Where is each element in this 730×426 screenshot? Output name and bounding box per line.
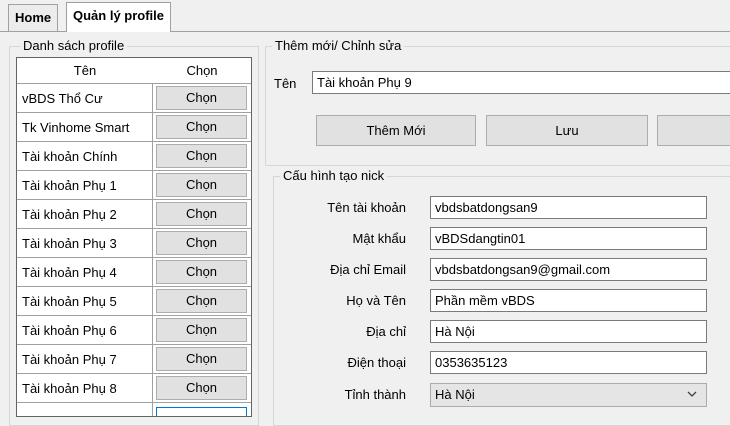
address-label: Địa chỉ [366,324,406,339]
nick-config-legend: Cấu hình tạo nick [280,168,388,184]
tab-profile-management[interactable]: Quản lý profile [66,2,172,32]
table-row[interactable]: vBDS Thổ Cư Chọn [17,84,251,113]
phone-label: Điện thoại [347,355,406,370]
profile-name[interactable]: Tài khoản Chính [17,142,153,170]
select-profile-button[interactable]: Chọn [156,376,247,400]
table-row[interactable]: Tài khoản Phụ 3 Chọn [17,229,251,258]
new-row-name-cell[interactable] [17,403,153,416]
email-label: Địa chỉ Email [330,262,406,277]
edit-group [265,46,730,166]
table-row[interactable]: Tài khoản Phụ 6 Chọn [17,316,251,345]
profile-name[interactable]: Tài khoản Phụ 7 [17,345,153,373]
grid-header-select: Chọn [186,63,218,78]
profile-name[interactable]: Tk Vinhome Smart [17,113,153,141]
profile-name[interactable]: Tài khoản Phụ 3 [17,229,153,257]
save-button[interactable]: Lưu [486,115,648,146]
chevron-down-icon[interactable] [686,388,698,400]
province-label: Tỉnh thành [344,387,406,402]
select-profile-button[interactable]: Chọn [156,144,247,168]
grid-header: Tên Chọn [17,58,251,84]
name-label: Tên [274,76,297,91]
fullname-input[interactable]: Phần mềm vBDS [430,289,707,312]
email-input[interactable]: vbdsbatdongsan9@gmail.com [430,258,707,281]
profile-grid: Tên Chọn vBDS Thổ Cư Chọn Tk Vinhome Sma… [16,57,252,417]
profile-name[interactable]: Tài khoản Phụ 4 [17,258,153,286]
table-row[interactable]: Tk Vinhome Smart Chọn [17,113,251,142]
select-profile-button[interactable]: Chọn [156,202,247,226]
table-row[interactable]: Tài khoản Phụ 2 Chọn [17,200,251,229]
table-row[interactable]: Tài khoản Phụ 7 Chọn [17,345,251,374]
new-row[interactable] [17,403,251,416]
table-row[interactable]: Tài khoản Phụ 8 Chọn [17,374,251,403]
grid-header-name: Tên [73,63,97,78]
select-profile-button[interactable]: Chọn [156,115,247,139]
profile-name[interactable]: vBDS Thổ Cư [17,84,153,112]
province-select[interactable]: Hà Nội [430,383,707,407]
username-label: Tên tài khoản [327,200,406,215]
profile-name[interactable]: Tài khoản Phụ 6 [17,316,153,344]
select-profile-button[interactable]: Chọn [156,231,247,255]
profile-name[interactable]: Tài khoản Phụ 1 [17,171,153,199]
new-row-select-cell[interactable] [156,407,247,416]
profile-name[interactable]: Tài khoản Phụ 5 [17,287,153,315]
add-new-button[interactable]: Thêm Mới [316,115,476,146]
profile-list-legend: Danh sách profile [20,38,128,54]
username-input[interactable]: vbdsbatdongsan9 [430,196,707,219]
address-input[interactable]: Hà Nội [430,320,707,343]
password-label: Mật khẩu [352,231,406,246]
table-row[interactable]: Tài khoản Chính Chọn [17,142,251,171]
password-input[interactable]: vBDSdangtin01 [430,227,707,250]
select-profile-button[interactable]: Chọn [156,86,247,110]
table-row[interactable]: Tài khoản Phụ 5 Chọn [17,287,251,316]
table-row[interactable]: Tài khoản Phụ 1 Chọn [17,171,251,200]
third-action-button[interactable] [657,115,730,146]
select-profile-button[interactable]: Chọn [156,260,247,284]
select-profile-button[interactable]: Chọn [156,347,247,371]
table-row[interactable]: Tài khoản Phụ 4 Chọn [17,258,251,287]
tab-home[interactable]: Home [8,4,59,31]
edit-legend: Thêm mới/ Chỉnh sửa [272,38,405,54]
select-profile-button[interactable]: Chọn [156,173,247,197]
profile-name-input[interactable]: Tài khoản Phụ 9 [312,71,730,94]
fullname-label: Họ và Tên [346,293,406,308]
province-selected-value: Hà Nội [435,387,475,402]
select-profile-button[interactable]: Chọn [156,318,247,342]
phone-input[interactable]: 0353635123 [430,351,707,374]
profile-name[interactable]: Tài khoản Phụ 8 [17,374,153,402]
select-profile-button[interactable]: Chọn [156,289,247,313]
profile-name[interactable]: Tài khoản Phụ 2 [17,200,153,228]
